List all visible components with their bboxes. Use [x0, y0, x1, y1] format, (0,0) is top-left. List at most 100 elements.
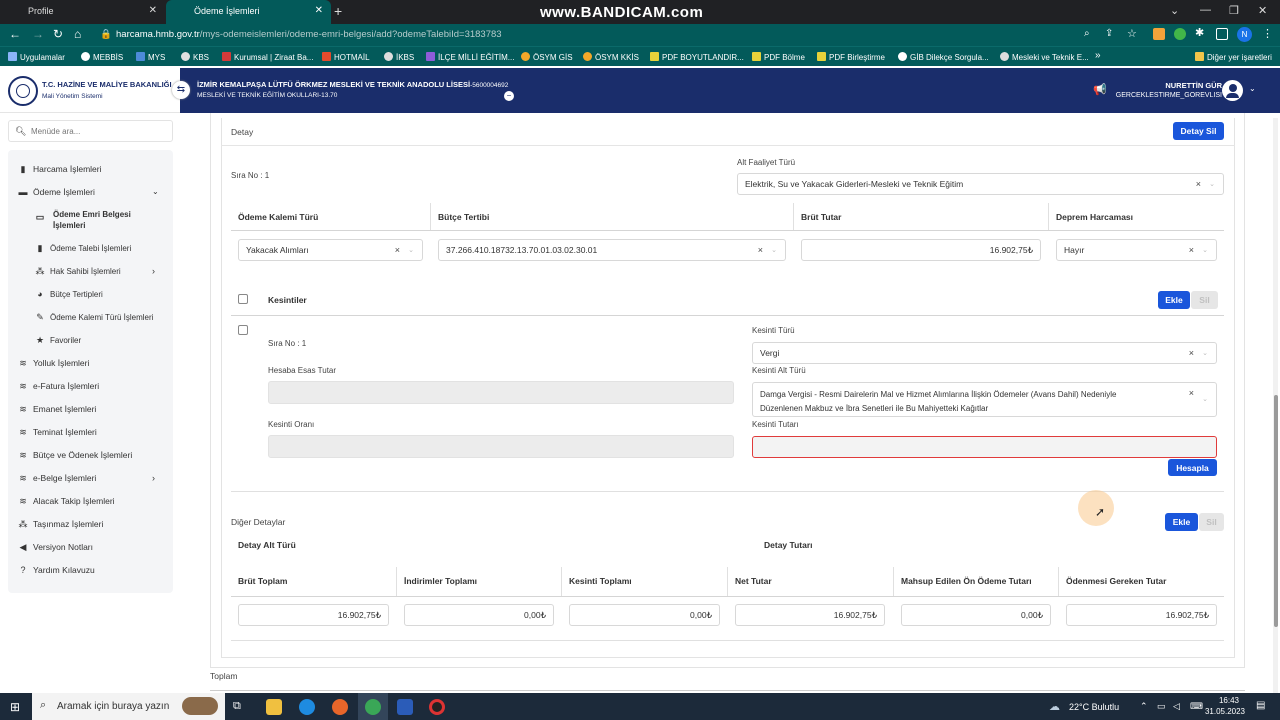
deprem-select[interactable]: Hayır × ⌄ [1056, 239, 1217, 261]
mahsup-input[interactable]: 0,00₺ [901, 604, 1051, 626]
clear-icon[interactable]: × [758, 245, 763, 255]
sidebar-item-efatura[interactable]: ≋ e-Fatura İşlemleri [18, 381, 99, 392]
kesinti-orani-input[interactable] [268, 435, 734, 458]
bookmark-item[interactable]: PDF BOYUTLANDIR... [650, 52, 744, 62]
bookmark-item[interactable]: ÖSYM GİS [521, 52, 573, 62]
kesinti-row-checkbox[interactable] [238, 325, 248, 335]
file-explorer-icon[interactable] [266, 699, 282, 715]
menu-icon[interactable]: ⋮ [1262, 27, 1273, 40]
url-input[interactable]: 🔒 harcama.hmb.gov.tr/mys-odemeislemleri/… [94, 26, 1134, 44]
kesinti-alt-turu-select[interactable]: Damga Vergisi - Resmi Dairelerin Mal ve … [752, 382, 1217, 417]
sidebar-item-odeme-emri[interactable]: ▭ Ödeme Emri Belgesi İşlemleri [35, 209, 145, 231]
menu-search-input[interactable]: 🔍︎ Menüde ara... [8, 120, 173, 142]
clock-date[interactable]: 31.05.2023 [1203, 707, 1247, 716]
profile-avatar[interactable]: N [1237, 27, 1252, 42]
kesinti-delete-button[interactable]: Sil [1191, 291, 1218, 309]
forward-icon[interactable]: → [32, 27, 44, 41]
sidebar-item-ebelge[interactable]: ≋ e-Belge İşlemleri [18, 473, 96, 484]
odeme-kalemi-select[interactable]: Yakacak Alımları × ⌄ [238, 239, 423, 261]
sidebar-item-tasinmaz[interactable]: ⁂ Taşınmaz İşlemleri [18, 519, 104, 530]
collapse-menu-icon[interactable]: ⇆ [172, 81, 190, 99]
sidebar-item-versiyon[interactable]: ◀ Versiyon Notları [18, 542, 93, 553]
kesinti-add-button[interactable]: Ekle [1158, 291, 1190, 309]
sidebar-item-odeme-talebi[interactable]: ▮ Ödeme Talebi İşlemleri [35, 243, 132, 254]
network-icon[interactable]: ▭ [1157, 701, 1166, 712]
delete-detail-button[interactable]: Detay Sil [1173, 122, 1224, 140]
bookmark-item[interactable]: KBS [181, 52, 209, 62]
user-avatar-icon[interactable] [1222, 80, 1243, 101]
new-tab-icon[interactable]: + [334, 3, 342, 19]
sidebar-item-odeme-kalemi[interactable]: ✎ Ödeme Kalemi Türü İşlemleri [35, 312, 153, 323]
clear-icon[interactable]: × [395, 245, 400, 255]
clear-icon[interactable]: × [1189, 386, 1194, 400]
chevron-down-icon[interactable]: ⌄ [1249, 84, 1256, 93]
clear-icon[interactable]: × [1189, 348, 1194, 358]
chevron-down-icon[interactable]: ⌄ [408, 246, 414, 254]
bookmark-item[interactable]: Kurumsal | Ziraat Ba... [222, 52, 313, 62]
minimize-icon[interactable]: — [1200, 4, 1211, 16]
sidebar-item-emanet[interactable]: ≋ Emanet İşlemleri [18, 404, 96, 415]
clear-icon[interactable]: × [1189, 245, 1194, 255]
firefox-icon[interactable] [332, 699, 348, 715]
sidebar-icon[interactable] [1216, 28, 1228, 40]
search-icon[interactable]: ⌕ [1084, 28, 1090, 39]
edge-icon[interactable] [299, 699, 315, 715]
hesapla-button[interactable]: Hesapla [1168, 459, 1217, 476]
bookmark-item[interactable]: Uygulamalar [8, 52, 65, 62]
star-bookmark-icon[interactable]: ☆ [1127, 27, 1137, 40]
bookmarks-overflow[interactable]: » [1095, 50, 1101, 61]
kesintiler-select-all-checkbox[interactable] [238, 294, 248, 304]
reload-icon[interactable]: ↻ [53, 27, 63, 41]
notification-icon[interactable]: ▤ [1256, 700, 1265, 711]
close-tab-icon[interactable]: ✕ [149, 5, 157, 16]
chevron-down-icon[interactable]: ⌄ [1209, 180, 1215, 188]
sidebar-item-hak-sahibi[interactable]: ⁂ Hak Sahibi İşlemleri [35, 266, 121, 277]
diger-delete-button[interactable]: Sil [1199, 513, 1224, 531]
bookmark-item[interactable]: PDF Bölme [752, 52, 805, 62]
close-window-icon[interactable]: ✕ [1258, 4, 1267, 17]
sidebar-item-harcama[interactable]: ▮ Harcama İşlemleri [18, 164, 102, 175]
sidebar-item-yolluk[interactable]: ≋ Yolluk İşlemleri [18, 358, 89, 369]
extension-icon[interactable] [1174, 28, 1186, 40]
tab-odeme-islemleri[interactable]: Ödeme İşlemleri ✕ [166, 0, 331, 24]
chevron-down-icon[interactable]: ⌄ [1170, 4, 1179, 17]
bookmark-item[interactable]: Mesleki ve Teknik E... [1000, 52, 1089, 62]
volume-icon[interactable]: ◁ [1173, 701, 1180, 712]
task-view-icon[interactable]: ⧉ [233, 700, 241, 713]
bookmark-item[interactable]: GİB Dilekçe Sorgula... [898, 52, 989, 62]
megaphone-icon[interactable]: 📢 [1093, 83, 1107, 96]
odenmesi-gereken-input[interactable]: 16.902,75₺ [1066, 604, 1217, 626]
bookmark-item[interactable]: İLÇE MİLLİ EĞİTİM... [426, 52, 514, 62]
kesinti-tutari-input[interactable] [752, 436, 1217, 458]
butce-tertibi-select[interactable]: 37.266.410.18732.13.70.01.03.02.30.01 × ⌄ [438, 239, 786, 261]
chevron-down-icon[interactable]: ⌄ [1202, 393, 1208, 407]
tray-chevron-icon[interactable]: ⌃ [1140, 701, 1148, 712]
language-icon[interactable]: ⌨ [1190, 701, 1203, 712]
puzzle-icon[interactable]: ✱ [1195, 26, 1207, 39]
bandicam-icon[interactable] [429, 699, 445, 715]
kesinti-turu-select[interactable]: Vergi × ⌄ [752, 342, 1217, 364]
alt-faaliyet-select[interactable]: Elektrik, Su ve Yakacak Giderleri-Meslek… [737, 173, 1224, 195]
bookmark-item[interactable]: HOTMAİL [322, 52, 370, 62]
sidebar-item-butce-tertipleri[interactable]: ◕ Bütçe Tertipleri [35, 289, 102, 299]
word-icon[interactable] [397, 699, 413, 715]
hesaba-esas-input[interactable] [268, 381, 734, 404]
extension-icon[interactable] [1153, 28, 1165, 40]
weather-text[interactable]: 22°C Bulutlu [1069, 702, 1119, 712]
other-bookmarks[interactable]: Diğer yer işaretleri [1195, 52, 1272, 62]
indirimler-toplami-input[interactable]: 0,00₺ [404, 604, 554, 626]
taskbar-search-input[interactable]: ⌕ Aramak için buraya yazın [32, 693, 225, 720]
back-icon[interactable]: ← [9, 27, 21, 41]
chevron-down-icon[interactable]: ⌄ [152, 187, 159, 196]
sidebar-item-alacak-takip[interactable]: ≋ Alacak Takip İşlemleri [18, 496, 114, 507]
bookmark-item[interactable]: MEBBİS [81, 52, 123, 62]
bookmark-item[interactable]: İKBS [384, 52, 414, 62]
chevron-down-icon[interactable]: ⌄ [771, 246, 777, 254]
sidebar-item-favoriler[interactable]: ★ Favoriler [35, 335, 81, 346]
sidebar-item-butce-odenek[interactable]: ≋ Bütçe ve Ödenek İşlemleri [18, 450, 132, 461]
chevron-right-icon[interactable]: › [152, 266, 155, 276]
scrollbar-thumb[interactable] [1274, 395, 1278, 627]
clock-time[interactable]: 16:43 [1212, 696, 1246, 705]
chevron-down-icon[interactable]: ⌄ [1202, 246, 1208, 254]
brut-toplam-input[interactable]: 16.902,75₺ [238, 604, 389, 626]
